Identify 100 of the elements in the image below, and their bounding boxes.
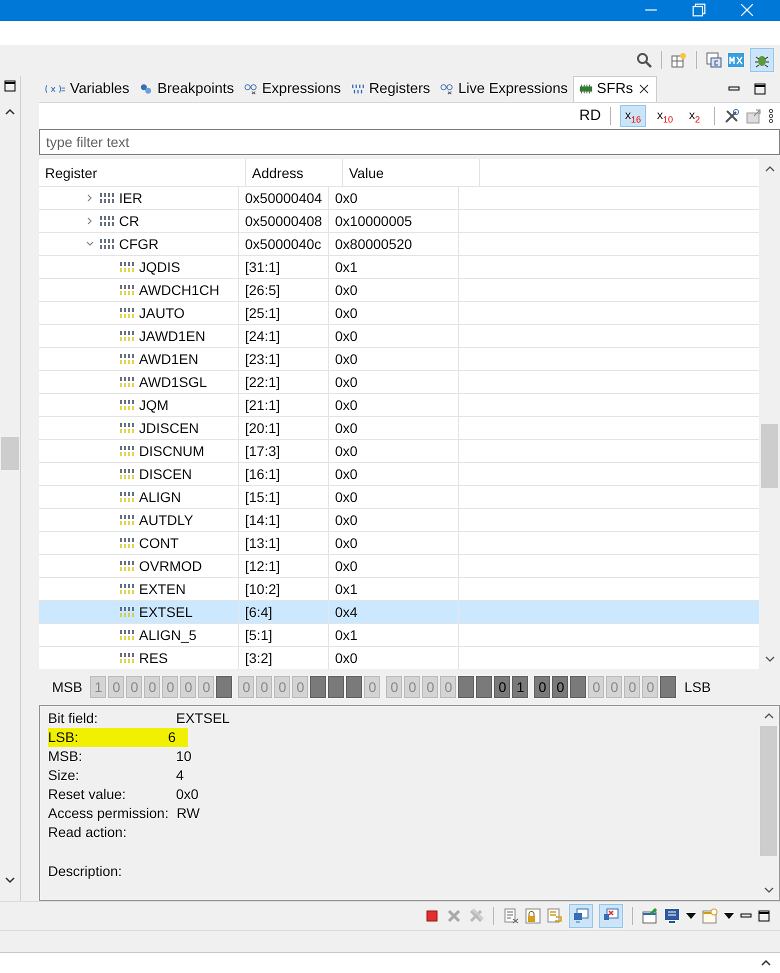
number-format-button[interactable]: x$_{10}$ <box>652 104 678 128</box>
address-cell: [14:1] <box>239 509 329 532</box>
maximize-icon[interactable] <box>754 82 766 95</box>
address-cell: [13:1] <box>239 532 329 554</box>
bit-cell: 0 <box>588 676 604 698</box>
bitfield-icon <box>119 491 135 504</box>
view-tab[interactable]: Registers <box>346 76 436 102</box>
tools-icon[interactable] <box>724 108 740 124</box>
tab-label: Live Expressions <box>458 80 568 97</box>
register-row[interactable]: JDISCEN [20:1] 0x0 <box>39 416 759 440</box>
register-row[interactable]: CONT [13:1] 0x0 <box>39 531 759 554</box>
bit-cell: 0 <box>422 676 438 698</box>
dropdown-caret-icon[interactable] <box>724 912 734 919</box>
address-cell: [24:1] <box>239 325 329 348</box>
register-row[interactable]: IER 0x50000404 0x0 <box>39 186 759 210</box>
dropdown-caret-icon[interactable] <box>686 912 696 919</box>
register-row[interactable]: AUTDLY [14:1] 0x0 <box>39 508 759 532</box>
register-row[interactable]: ALIGN [15:1] 0x0 <box>39 485 759 508</box>
show-on-error-button[interactable] <box>599 904 623 928</box>
tab-label: SFRs <box>596 81 634 98</box>
register-row[interactable]: CFGR 0x5000040c 0x80000520 <box>39 232 759 256</box>
mx-icon[interactable] <box>728 52 744 68</box>
register-name: JQM <box>139 397 169 414</box>
register-row[interactable]: DISCNUM [17:3] 0x0 <box>39 439 759 462</box>
close-icon[interactable] <box>637 83 652 96</box>
bitfield-icon <box>119 652 135 664</box>
bitfield-icon <box>119 537 135 550</box>
search-icon[interactable] <box>636 52 652 68</box>
expressions-icon <box>440 82 454 95</box>
bit-cell: 0 <box>274 676 290 698</box>
detail-label: Size: <box>48 766 80 786</box>
new-console-icon[interactable] <box>702 908 718 924</box>
register-row[interactable]: JAUTO [25:1] 0x0 <box>39 301 759 324</box>
view-tab[interactable]: Breakpoints <box>134 76 239 102</box>
register-row[interactable]: ALIGN_5 [5:1] 0x1 <box>39 623 759 646</box>
maximize-icon[interactable] <box>758 910 770 922</box>
register-row[interactable]: JAWD1EN [24:1] 0x0 <box>39 324 759 348</box>
register-name: DISCNUM <box>139 443 204 460</box>
register-row[interactable]: OVRMOD [12:1] 0x0 <box>39 554 759 578</box>
view-tab[interactable]: Expressions <box>238 76 346 102</box>
show-on-output-button[interactable] <box>569 904 593 928</box>
register-row[interactable]: AWD1SGL [22:1] 0x0 <box>39 370 759 394</box>
pin-console-icon[interactable] <box>642 908 658 924</box>
number-format-button[interactable]: x$_{16}$ <box>620 104 646 128</box>
bitfield-icon <box>119 399 135 412</box>
word-wrap-icon[interactable] <box>547 908 563 924</box>
scroll-lock-icon[interactable] <box>525 908 541 924</box>
tab-label: Variables <box>70 80 130 97</box>
bitfield-icon <box>119 284 135 296</box>
display-console-icon[interactable] <box>664 908 680 924</box>
export-icon[interactable] <box>746 108 762 124</box>
scrollbar-thumb[interactable] <box>1 436 19 470</box>
bit-cell: 0 <box>292 676 308 698</box>
column-header[interactable]: Register <box>39 159 246 186</box>
bit-cell: 0 <box>364 676 380 698</box>
view-tab[interactable]: SFRs <box>572 76 658 102</box>
value-cell: 0x0 <box>329 302 459 324</box>
register-row[interactable]: CR 0x50000408 0x10000005 <box>39 209 759 232</box>
column-header[interactable]: Value <box>343 159 480 186</box>
debug-perspective-button[interactable] <box>750 48 774 72</box>
scrollbar-thumb[interactable] <box>761 424 778 488</box>
restore-icon[interactable] <box>4 80 16 92</box>
address-cell: [16:1] <box>239 463 329 486</box>
detail-label: Description: <box>48 862 123 882</box>
register-name: IER <box>119 190 142 206</box>
detail-label: Access permission: <box>48 804 170 824</box>
clear-console-icon[interactable] <box>503 908 519 924</box>
read-button[interactable]: RD <box>579 107 601 124</box>
value-cell: 0x0 <box>329 279 459 302</box>
number-format-button[interactable]: x$_{2}$ <box>684 104 705 128</box>
column-header[interactable]: Address <box>246 159 343 186</box>
scrollbar-thumb[interactable] <box>760 726 777 856</box>
view-tab[interactable]: Variables <box>39 76 134 102</box>
register-row[interactable]: JQDIS [31:1] 0x1 <box>39 255 759 278</box>
register-name: JAUTO <box>139 305 185 322</box>
register-name: EXTSEL <box>139 604 193 620</box>
register-row[interactable]: AWDCH1CH [26:5] 0x0 <box>39 278 759 302</box>
detail-label: MSB: <box>48 747 84 766</box>
register-name: ALIGN <box>139 489 182 506</box>
more-icon[interactable] <box>768 108 774 124</box>
detail-label: Read action: <box>48 823 128 842</box>
register-row[interactable]: AWD1EN [23:1] 0x0 <box>39 347 759 370</box>
c-perspective-icon[interactable] <box>706 52 722 68</box>
register-name: JDISCEN <box>139 420 199 436</box>
variables-icon <box>44 82 66 95</box>
open-perspective-icon[interactable] <box>671 52 687 68</box>
register-row[interactable]: JQM [21:1] 0x0 <box>39 393 759 416</box>
filter-field[interactable]: type filter text <box>39 129 780 156</box>
bitfield-icon <box>119 330 135 342</box>
register-name: DISCEN <box>139 466 192 482</box>
view-tab[interactable]: Live Expressions <box>435 76 573 102</box>
bit-cell: 0 <box>534 676 550 698</box>
register-row[interactable]: EXTSEL [6:4] 0x4 <box>39 600 759 624</box>
stop-icon[interactable] <box>424 908 440 924</box>
register-row[interactable]: RES [3:2] 0x0 <box>39 646 759 670</box>
register-name: AWDCH1CH <box>139 282 220 298</box>
value-cell: 0x0 <box>329 647 459 670</box>
register-row[interactable]: DISCEN [16:1] 0x0 <box>39 462 759 486</box>
bitfield-icon <box>119 261 135 274</box>
address-cell: [31:1] <box>239 256 329 278</box>
